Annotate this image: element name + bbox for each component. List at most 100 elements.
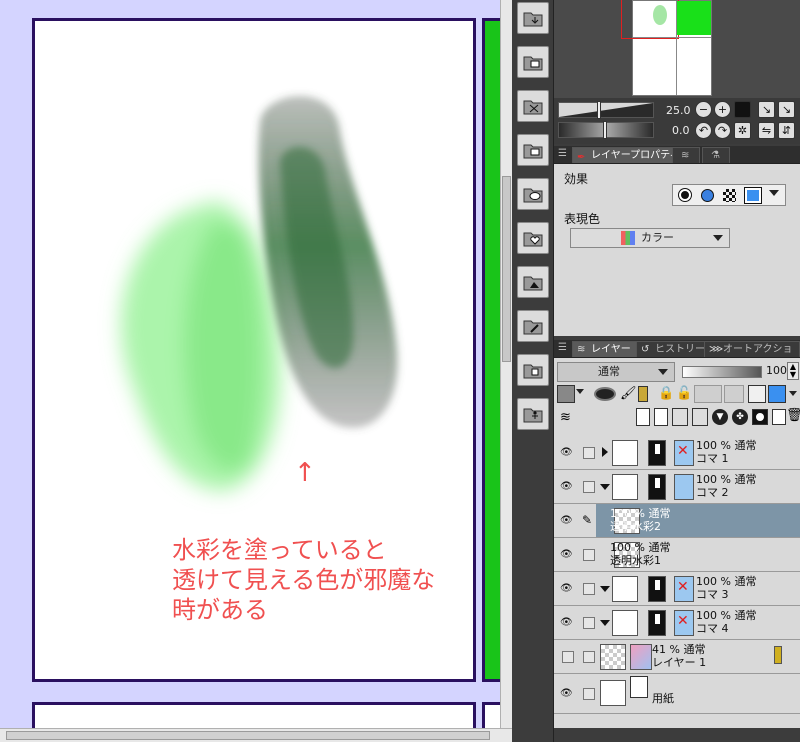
chevron-down-icon[interactable] (769, 190, 779, 196)
apply-mask-icon[interactable] (772, 409, 786, 425)
merge-selected-icon[interactable]: ✤ (732, 409, 748, 425)
panel-menu-icon[interactable]: ☰ (558, 342, 567, 353)
layer-lock-checkbox[interactable] (583, 447, 595, 459)
horizontal-scrollbar[interactable] (0, 728, 512, 742)
folder-image-icon[interactable] (517, 46, 549, 78)
tab-history[interactable]: ↺ ヒストリー (636, 341, 712, 357)
lock-icon[interactable]: 🔓 (676, 386, 692, 401)
zoom-out-icon[interactable]: − (695, 101, 712, 118)
copy-layer-icon[interactable] (692, 408, 708, 426)
layer-lock-checkbox[interactable] (583, 583, 595, 595)
eye-icon[interactable]: 👁 (560, 688, 573, 700)
trash-icon[interactable]: 🗑 (786, 408, 800, 423)
chevron-down-icon[interactable] (600, 484, 610, 490)
chevron-down-icon[interactable] (600, 586, 610, 592)
expression-color-select[interactable]: カラー (570, 228, 730, 248)
draft-layer-icon[interactable]: 🖌 (620, 386, 637, 401)
eye-icon[interactable]: 👁 (560, 583, 573, 595)
rotate-left-icon[interactable]: ↶ (695, 122, 712, 139)
opacity-stepper[interactable]: ▲ ▼ (787, 362, 799, 380)
new-vector-layer-icon[interactable] (654, 408, 668, 426)
layer-lock-checkbox[interactable] (583, 688, 595, 700)
layer-lock-checkbox[interactable] (583, 651, 595, 663)
merge-down-icon[interactable]: ▼ (712, 409, 728, 425)
layer-name: 100 % 通常 (696, 575, 757, 588)
folder-pen-icon[interactable] (517, 310, 549, 342)
fit-screen-icon[interactable] (734, 101, 751, 118)
layer-row[interactable]: 👁 100 % 通常 透明水彩1 (554, 538, 800, 572)
zoom-slider[interactable] (558, 101, 654, 119)
lock-transparency-icon[interactable]: 🔒 (658, 386, 674, 401)
folder-cube-icon[interactable] (517, 354, 549, 386)
layer-stack-icon[interactable]: ≋ (560, 410, 571, 425)
chevron-down-icon[interactable] (789, 391, 797, 396)
tab-auto-action[interactable]: ⋙ オートアクション (704, 341, 800, 371)
zoom-in-icon[interactable]: + (714, 101, 731, 118)
tab-layer-properties[interactable]: ✒ レイヤープロパティ (572, 147, 687, 163)
navigator-view-box[interactable] (621, 0, 679, 39)
rotate-right-icon[interactable]: ↷ (714, 122, 731, 139)
vertical-scroll-thumb[interactable] (502, 176, 511, 362)
folder-heart-icon[interactable] (517, 222, 549, 254)
pen-icon[interactable]: ✎ (582, 513, 592, 527)
tab-layer[interactable]: ≋ レイヤー (572, 341, 638, 357)
eye-icon[interactable]: 👁 (560, 515, 573, 527)
layer-lock-checkbox[interactable] (583, 481, 595, 493)
flip-horizontal-icon[interactable]: ⇋ (758, 122, 775, 139)
tab-sub-tool[interactable]: ⚗ (702, 147, 730, 163)
navigator-thumb-green (677, 1, 711, 35)
chevron-down-icon[interactable] (576, 389, 584, 394)
eye-icon[interactable]: 👁 (560, 549, 573, 561)
eye-icon[interactable]: 👁 (560, 481, 573, 493)
chevron-right-icon[interactable] (602, 447, 608, 457)
new-folder-icon[interactable] (672, 408, 688, 426)
layer-row[interactable]: 👁 用紙 (554, 674, 800, 714)
layer-color-icon[interactable] (745, 188, 761, 203)
extract-line-icon[interactable] (701, 189, 714, 202)
folder-edit-icon[interactable] (517, 134, 549, 166)
navigator-preview[interactable] (621, 0, 712, 96)
border-effect-icon[interactable] (679, 189, 691, 201)
panel-menu-icon[interactable]: ☰ (558, 148, 567, 159)
layer-row[interactable]: 👁 ✕ 100 % 通常 コマ 4 (554, 606, 800, 640)
layer-row-selected[interactable]: 100 % 通常 透明水彩2 (596, 504, 800, 538)
folder-balloon-icon[interactable] (517, 178, 549, 210)
mask-enable-icon[interactable] (694, 385, 722, 403)
blend-mode-select[interactable]: 通常 (557, 362, 675, 382)
flip-vertical-icon[interactable]: ⇵ (778, 122, 795, 139)
layer-row[interactable]: 👁 100 % 通常 コマ 2 (554, 470, 800, 504)
rotate-slider[interactable] (558, 121, 654, 139)
create-mask-icon[interactable] (752, 409, 768, 425)
layer-row[interactable]: 41 % 通常 レイヤー 1 (554, 640, 800, 674)
layer-lock-checkbox[interactable] (583, 617, 595, 629)
layer-visibility-checkbox[interactable] (562, 651, 574, 663)
figure-icon[interactable] (517, 398, 549, 430)
eye-icon[interactable]: 👁 (560, 447, 573, 459)
new-raster-layer-icon[interactable] (636, 408, 650, 426)
layer-lock-checkbox[interactable] (583, 549, 595, 561)
reset-rotate-icon[interactable]: ✲ (734, 122, 751, 139)
layer-row[interactable]: 👁 ✕ 100 % 通常 コマ 3 (554, 572, 800, 606)
chevron-down-icon[interactable] (600, 620, 610, 626)
folder-download-icon[interactable] (517, 2, 549, 34)
vertical-scrollbar[interactable] (500, 0, 512, 728)
actual-pixels-icon[interactable]: ↘ (758, 101, 775, 118)
mask-link-icon[interactable] (724, 385, 744, 403)
clip-below-icon[interactable] (557, 385, 575, 403)
canvas-area[interactable]: ↑ 水彩を塗っていると 透けて見える色が邪魔な 時がある (0, 0, 500, 742)
layer-color-toggle-icon[interactable] (748, 385, 766, 403)
comic-panel-right[interactable] (482, 18, 500, 682)
tone-icon[interactable] (723, 189, 736, 202)
folder-mountain-icon[interactable] (517, 266, 549, 298)
pencil-icon[interactable] (638, 386, 648, 402)
horizontal-scroll-thumb[interactable] (6, 731, 490, 740)
folder-cross-icon[interactable] (517, 90, 549, 122)
layer-row[interactable]: 👁 ✕ 100 % 通常 コマ 1 (554, 436, 800, 470)
tab-tool-property[interactable]: ≋ (672, 147, 700, 163)
fit-window-icon[interactable]: ↘ (778, 101, 795, 118)
eye-icon[interactable]: 👁 (560, 617, 573, 629)
opacity-slider[interactable] (682, 366, 762, 378)
pencil-icon (774, 646, 782, 664)
layer-color-swatch-icon[interactable] (768, 385, 786, 403)
reference-layer-icon[interactable] (594, 387, 616, 401)
